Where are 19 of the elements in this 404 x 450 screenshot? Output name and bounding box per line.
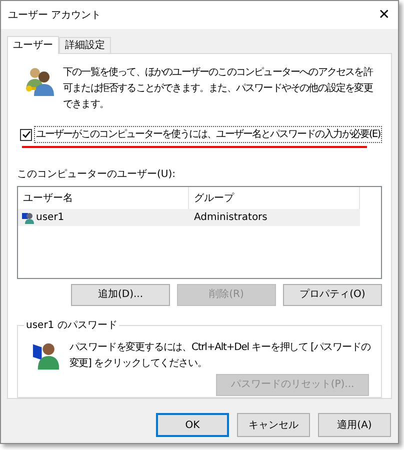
users-label: このコンピューターのユーザー(U): [17, 168, 176, 182]
user-group: Administrators [189, 210, 268, 225]
window-title: ユーザー アカウント [8, 8, 102, 22]
list-action-button[interactable]: プロパティ(O) [283, 284, 382, 306]
checkbox-label[interactable]: ユーザーがこのコンピューターを使うには、ユーザー名とパスワードの入力が必要(E) [34, 126, 382, 143]
list-action-button[interactable]: 追加(D)... [71, 284, 170, 306]
tab[interactable]: 詳細設定 [59, 37, 111, 53]
dialog-button[interactable]: キャンセル [237, 413, 310, 437]
password-hint: パスワードを変更するには、Ctrl+Alt+Del キーを押して [パスワードの変更] をクリックしてください。 [69, 340, 371, 371]
user-name: user1 [36, 211, 64, 225]
dialog-button[interactable]: OK [156, 413, 229, 437]
tab[interactable]: ユーザー [7, 36, 59, 54]
checkbox[interactable] [20, 128, 32, 140]
intro-text: 下の一覧を使って、ほかのユーザーのこのコンピューターへのアクセスを許可または拒否することができます。また、パスワードやその他の設定を変更できます。 [63, 66, 374, 112]
dialog-button[interactable]: 適用(A) [318, 413, 391, 437]
user-icon [22, 212, 34, 224]
user-row[interactable]: user1 Administrators [18, 209, 360, 226]
users-icon [25, 65, 55, 97]
close-button[interactable]: ✕ [378, 8, 390, 22]
